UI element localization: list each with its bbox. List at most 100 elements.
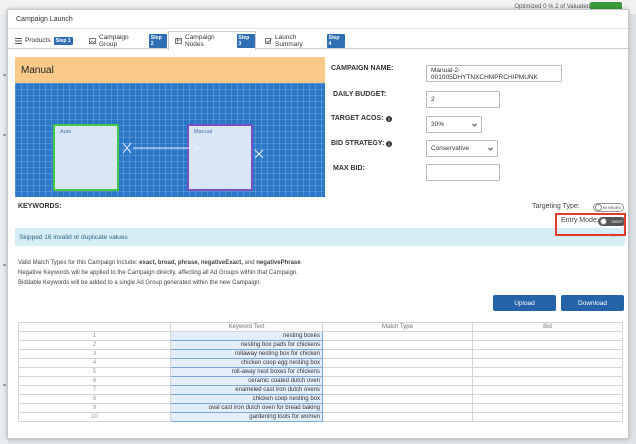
campaign-name-input[interactable]: Manual-2-001005DHYTNXCHMPRCHIPMUNK xyxy=(426,65,562,82)
max-bid-input[interactable] xyxy=(426,164,500,181)
bid-cell[interactable] xyxy=(472,349,623,359)
column-header-match-type: Match Type xyxy=(322,322,473,332)
table-row: 6 ceramic coated dutch oven xyxy=(18,376,623,386)
bid-strategy-select[interactable]: Conservative xyxy=(426,140,498,157)
table-row: 3 rollaway nesting box for chicken xyxy=(18,349,623,359)
keywords-table: Keyword Text Match Type Bid 1 nesting box… xyxy=(18,322,623,422)
tab-campaign-nodes[interactable]: Campaign Nodes Step 3 xyxy=(168,31,256,50)
table-row: 5 roll-away nest boxes for chickens xyxy=(18,367,623,377)
keyword-cell[interactable]: rollaway nesting box for chicken xyxy=(170,349,323,359)
step-tabs: Products Step 1 Campaign Group Step 2 Ca… xyxy=(8,31,628,50)
grid-icon xyxy=(175,38,182,44)
match-types-info: Valid Match Types for this Campaign incl… xyxy=(18,260,302,266)
negative-keywords-info: Negative Keywords will be applied to the… xyxy=(18,270,298,276)
bid-strategy-label-text: BID STRATEGY: xyxy=(331,140,385,147)
background-tick xyxy=(3,264,6,266)
campaign-name-label: CAMPAIGN NAME: xyxy=(331,65,394,72)
row-number: 3 xyxy=(18,349,171,359)
bid-cell[interactable] xyxy=(472,331,623,341)
row-number: 5 xyxy=(18,367,171,377)
match-type-cell[interactable] xyxy=(322,340,473,350)
bid-cell[interactable] xyxy=(472,394,623,404)
keyword-cell[interactable]: enameled cast iron dutch ovens xyxy=(170,385,323,395)
background-tick xyxy=(3,384,6,386)
biddable-keywords-info: Biddable Keywords will be added to a sin… xyxy=(18,280,262,286)
keyword-cell[interactable]: chicken coop nesting box xyxy=(170,394,323,404)
image-icon xyxy=(89,37,96,44)
match-type-cell[interactable] xyxy=(322,403,473,413)
campaign-nodes-canvas[interactable]: Auto Manual xyxy=(15,83,325,197)
info-text-and: and xyxy=(242,260,257,266)
match-type-cell[interactable] xyxy=(322,376,473,386)
upload-button[interactable]: Upload xyxy=(493,295,556,311)
match-type-cell[interactable] xyxy=(322,412,473,422)
keyword-cell[interactable]: roll-away nest boxes for chickens xyxy=(170,367,323,377)
keyword-cell[interactable]: oval cast iron dutch oven for bread baki… xyxy=(170,403,323,413)
bid-cell[interactable] xyxy=(472,385,623,395)
table-row: 1 nesting boxes xyxy=(18,331,623,341)
table-header-row: Keyword Text Match Type Bid xyxy=(18,322,623,332)
keyword-cell[interactable]: chicken coop egg nesting box xyxy=(170,358,323,368)
row-number: 8 xyxy=(18,394,171,404)
match-type-cell[interactable] xyxy=(322,349,473,359)
targeting-type-label: Targeting Type: xyxy=(532,203,580,210)
targeting-type-toggle[interactable]: KEYWORD xyxy=(593,203,624,212)
background-tick xyxy=(3,74,6,76)
target-acos-select[interactable]: 30% xyxy=(426,116,482,133)
row-number: 2 xyxy=(18,340,171,350)
campaign-launch-modal: Campaign Launch Products Step 1 Campaign… xyxy=(7,9,629,439)
connector-arrow-icon xyxy=(122,142,200,154)
step-badge: Step 3 xyxy=(236,34,255,48)
tab-label: Products xyxy=(25,37,51,44)
highlight-box xyxy=(555,213,626,236)
bid-cell[interactable] xyxy=(472,358,623,368)
row-number: 4 xyxy=(18,358,171,368)
table-row: 2 nesting box pads for chickens xyxy=(18,340,623,350)
row-number: 1 xyxy=(18,331,171,341)
column-header-bid: Bid xyxy=(472,322,623,332)
keyword-cell[interactable]: nesting boxes xyxy=(170,331,323,341)
bid-strategy-label: BID STRATEGY: xyxy=(331,140,393,147)
bid-cell[interactable] xyxy=(472,403,623,413)
match-type-cell[interactable] xyxy=(322,358,473,368)
tab-label: Campaign Nodes xyxy=(185,34,215,48)
match-type-cell[interactable] xyxy=(322,385,473,395)
max-bid-label: MAX BID: xyxy=(333,165,365,172)
list-icon xyxy=(15,37,22,44)
tab-campaign-group[interactable]: Campaign Group Step 2 xyxy=(82,31,168,49)
chevron-down-icon xyxy=(488,146,493,151)
keyword-cell[interactable]: nesting box pads for chickens xyxy=(170,340,323,350)
bid-cell[interactable] xyxy=(472,376,623,386)
match-type-cell[interactable] xyxy=(322,367,473,377)
bid-strategy-value: Conservative xyxy=(431,145,469,152)
keyword-cell[interactable]: ceramic coated dutch oven xyxy=(170,376,323,386)
auto-node[interactable]: Auto xyxy=(53,124,119,191)
daily-budget-input[interactable]: 2 xyxy=(426,91,500,108)
row-number: 7 xyxy=(18,385,171,395)
table-row: 7 enameled cast iron dutch ovens xyxy=(18,385,623,395)
keywords-label: KEYWORDS: xyxy=(18,203,62,210)
download-button[interactable]: Download xyxy=(561,295,624,311)
tab-label: Launch Summary xyxy=(275,33,303,48)
check-square-icon xyxy=(265,37,272,44)
bid-cell[interactable] xyxy=(472,340,623,350)
target-acos-value: 30% xyxy=(431,121,445,128)
step-badge: Step 1 xyxy=(53,36,73,45)
skipped-values-alert: Skipped 16 invalid or duplicate values xyxy=(15,228,625,246)
tab-label: Campaign Group xyxy=(99,33,129,48)
tab-launch-summary[interactable]: Launch Summary Step 4 xyxy=(258,31,346,49)
row-number: 9 xyxy=(18,403,171,413)
toggle-knob xyxy=(595,204,602,211)
node-label: Manual xyxy=(194,129,213,135)
bid-cell[interactable] xyxy=(472,367,623,377)
table-row: 8 chicken coop nesting box xyxy=(18,394,623,404)
match-type-cell[interactable] xyxy=(322,394,473,404)
tab-products[interactable]: Products Step 1 xyxy=(8,31,76,49)
row-number: 6 xyxy=(18,376,171,386)
connector-handle-icon xyxy=(254,149,264,159)
match-type-cell[interactable] xyxy=(322,331,473,341)
step-badge: Step 2 xyxy=(148,33,167,48)
target-acos-label-text: TARGET ACOS: xyxy=(331,115,384,122)
keyword-cell[interactable]: gardening tools for women xyxy=(170,412,323,422)
bid-cell[interactable] xyxy=(472,412,623,422)
